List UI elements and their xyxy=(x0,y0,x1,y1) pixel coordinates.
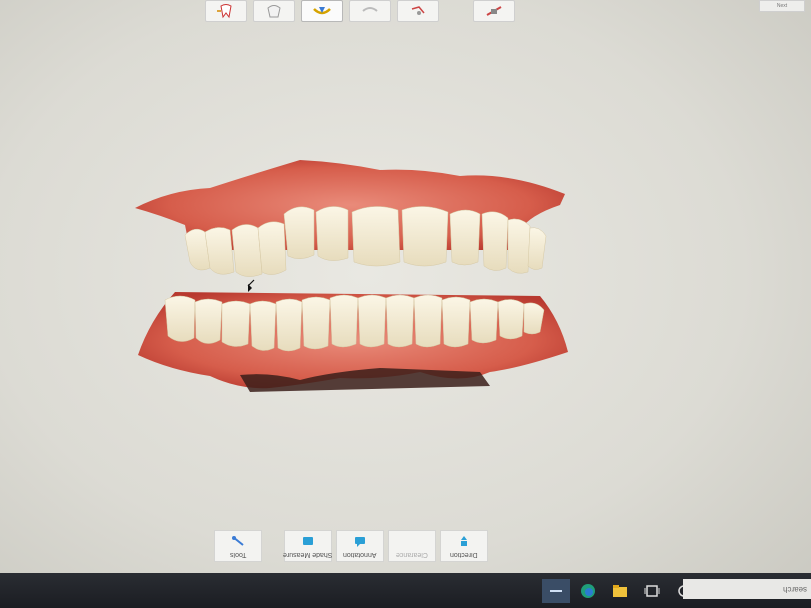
clearance-label: Clearance xyxy=(396,551,428,558)
tools-label: Tools xyxy=(229,551,247,558)
direction-icon xyxy=(461,536,467,546)
direction-label: Direction xyxy=(450,551,478,558)
clearance-button[interactable]: Clearance xyxy=(388,530,436,562)
dental-scan-viewport[interactable] xyxy=(0,0,811,608)
edge-browser-icon xyxy=(581,583,595,598)
annotation-icon xyxy=(355,537,365,547)
active-app-taskbar-button[interactable] xyxy=(542,578,570,603)
shade-measure-button[interactable]: Shade Measure xyxy=(283,530,333,562)
shade-measure-icon xyxy=(303,537,313,545)
taskbar-search-box[interactable]: search xyxy=(683,579,811,599)
direction-button[interactable]: Direction xyxy=(440,530,488,562)
task-view-icon xyxy=(644,584,660,597)
bottom-toolbar: Tools Shade Measure Annotation Clearance… xyxy=(214,530,488,564)
folder-icon xyxy=(613,584,627,597)
task-view-button[interactable] xyxy=(638,579,666,603)
shade-measure-label: Shade Measure xyxy=(283,551,333,558)
tools-icon xyxy=(232,536,244,546)
app-icon xyxy=(550,589,562,592)
windows-taskbar: search xyxy=(0,573,811,608)
annotation-label: Annotation xyxy=(343,551,377,558)
annotation-button[interactable]: Annotation xyxy=(336,530,384,562)
clearance-icon xyxy=(405,535,419,547)
tools-button[interactable]: Tools xyxy=(214,530,262,562)
edge-taskbar-button[interactable] xyxy=(574,579,602,603)
search-box-text: search xyxy=(782,584,807,594)
file-explorer-taskbar-button[interactable] xyxy=(606,579,634,603)
